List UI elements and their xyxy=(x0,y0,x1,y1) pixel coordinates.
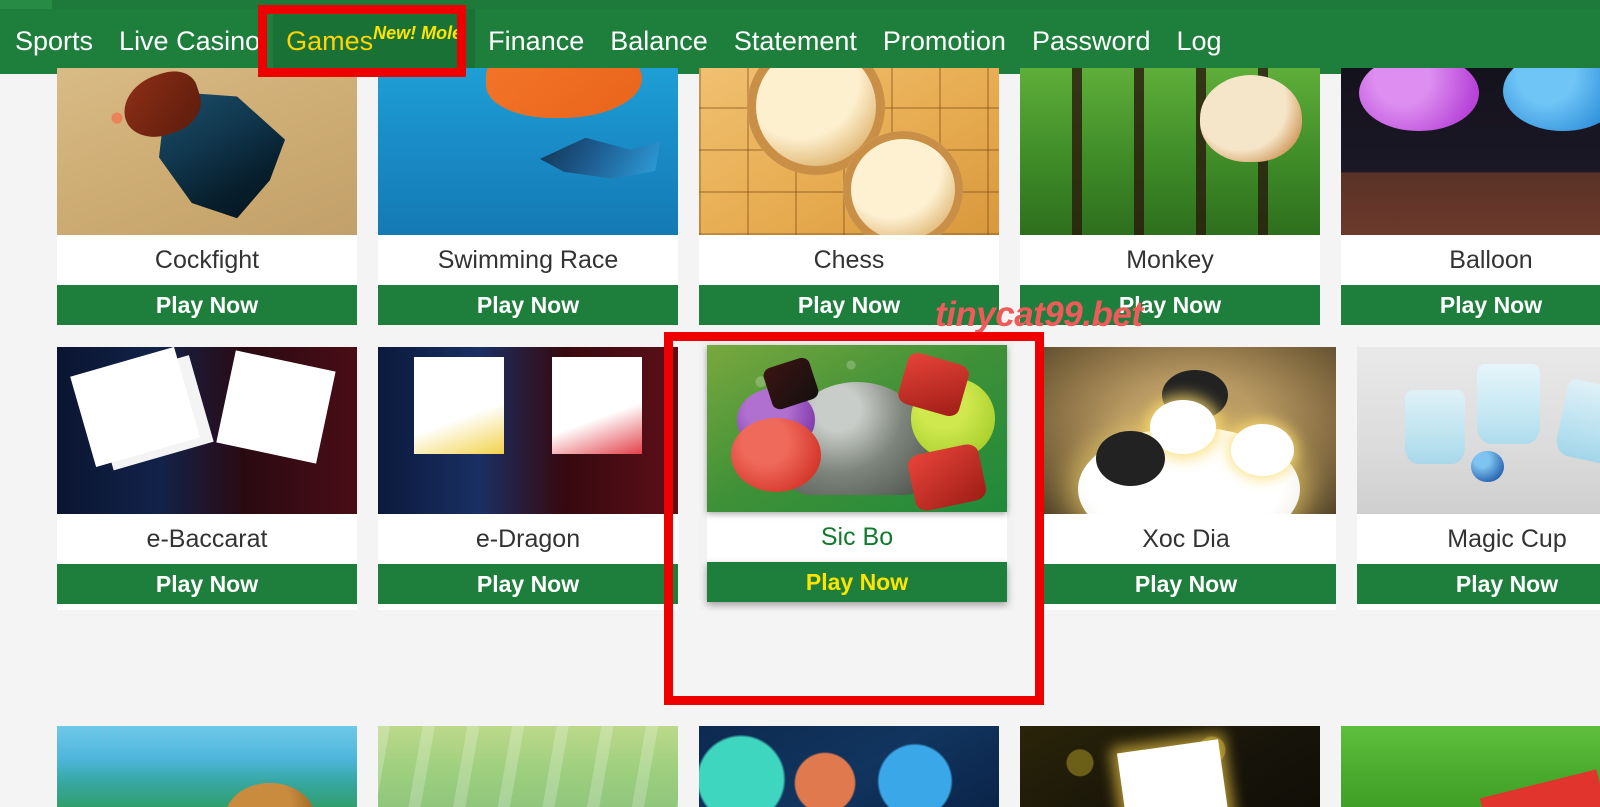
nav-badge-new-mole: New! Mole xyxy=(373,23,463,43)
game-card-monkey[interactable]: Monkey Play Now xyxy=(1020,68,1320,325)
nav-label-games: Games xyxy=(286,26,374,56)
magic-cup-ball xyxy=(1471,450,1504,483)
game-grid: Cockfight Play Now Swimming Race Play No… xyxy=(0,68,1600,807)
game-card-swimming-race[interactable]: Swimming Race Play Now xyxy=(378,68,678,325)
sic-bo-art xyxy=(707,345,1007,512)
game-title-xoc-dia: Xoc Dia xyxy=(1036,514,1336,564)
nav-label-finance: Finance xyxy=(488,26,585,56)
cockfight-art xyxy=(57,68,357,235)
nav-item-games[interactable]: GamesNew! Mole xyxy=(273,9,476,74)
nav-label-balance: Balance xyxy=(610,26,708,56)
nav-item-password[interactable]: Password xyxy=(1019,9,1164,74)
game-thumbnail-row3-5[interactable] xyxy=(1341,726,1600,807)
game-title-e-dragon: e-Dragon xyxy=(378,514,678,564)
game-row-1: Cockfight Play Now Swimming Race Play No… xyxy=(0,68,1600,325)
xoc-dia-art xyxy=(1036,347,1336,514)
xoc-dia-white-coin-2 xyxy=(1231,423,1294,476)
play-now-button-e-baccarat[interactable]: Play Now xyxy=(57,564,357,604)
game-thumbnail-xoc-dia[interactable] xyxy=(1036,347,1336,514)
play-now-button-xoc-dia[interactable]: Play Now xyxy=(1036,564,1336,604)
game-card-row3-2[interactable] xyxy=(378,726,678,807)
chess-art xyxy=(699,68,999,235)
e-baccarat-art xyxy=(57,347,357,514)
nav-label-sports: Sports xyxy=(15,26,94,56)
xoc-dia-black-coin-2 xyxy=(1096,430,1165,486)
game-thumbnail-cockfight[interactable] xyxy=(57,68,357,235)
nav-item-balance[interactable]: Balance xyxy=(597,9,721,74)
nav-item-statement[interactable]: Statement xyxy=(721,9,870,74)
game-row-3 xyxy=(0,726,1600,807)
game-card-sic-bo[interactable]: Sic Bo Play Now xyxy=(699,337,1015,610)
play-now-button-balloon[interactable]: Play Now xyxy=(1341,285,1600,325)
top-strip-inner xyxy=(52,0,1600,9)
nav-label-statement: Statement xyxy=(733,26,857,56)
game-title-e-baccarat: e-Baccarat xyxy=(57,514,357,564)
game-title-balloon: Balloon xyxy=(1341,235,1600,285)
game-card-magic-cup[interactable]: Magic Cup Play Now xyxy=(1357,347,1600,610)
play-now-button-swimming-race[interactable]: Play Now xyxy=(378,285,678,325)
nav-label-promotion: Promotion xyxy=(882,26,1006,56)
game-thumbnail-row3-1[interactable] xyxy=(57,726,357,807)
play-now-button-monkey[interactable]: Play Now xyxy=(1020,285,1320,325)
play-now-button-magic-cup[interactable]: Play Now xyxy=(1357,564,1600,604)
magic-cup-jar-3 xyxy=(1553,377,1600,467)
game-card-e-baccarat[interactable]: e-Baccarat Play Now xyxy=(57,347,357,610)
game-title-magic-cup: Magic Cup xyxy=(1357,514,1600,564)
magic-cup-jar-2 xyxy=(1477,363,1540,444)
nav-item-live-casino[interactable]: Live Casino xyxy=(106,9,273,74)
game-card-row3-4[interactable] xyxy=(1020,726,1320,807)
red-dice-icon-2 xyxy=(905,441,989,512)
game-card-row3-3[interactable] xyxy=(699,726,999,807)
magic-cup-jar-1 xyxy=(1405,390,1465,464)
play-now-button-cockfight[interactable]: Play Now xyxy=(57,285,357,325)
game-thumbnail-e-dragon[interactable] xyxy=(378,347,678,514)
balloon-art xyxy=(1341,68,1600,235)
game-title-cockfight: Cockfight xyxy=(57,235,357,285)
game-card-cockfight[interactable]: Cockfight Play Now xyxy=(57,68,357,325)
top-strip xyxy=(0,0,1600,9)
row3-art-5 xyxy=(1341,726,1600,807)
game-thumbnail-row3-3[interactable] xyxy=(699,726,999,807)
row3-art-2 xyxy=(378,726,678,807)
nav-label-log: Log xyxy=(1176,26,1222,56)
main-navigation: Sports Live Casino GamesNew! Mole Financ… xyxy=(0,9,1600,74)
swimming-race-art xyxy=(378,68,678,235)
nav-item-sports[interactable]: Sports xyxy=(0,9,106,74)
page-root: Sports Live Casino GamesNew! Mole Financ… xyxy=(0,0,1600,807)
game-thumbnail-sic-bo[interactable] xyxy=(707,345,1007,512)
game-card-chess[interactable]: Chess Play Now xyxy=(699,68,999,325)
game-thumbnail-chess[interactable] xyxy=(699,68,999,235)
game-card-xoc-dia[interactable]: Xoc Dia Play Now xyxy=(1036,347,1336,610)
play-now-button-sic-bo[interactable]: Play Now xyxy=(707,562,1007,602)
e-dragon-art xyxy=(378,347,678,514)
game-row-2: e-Baccarat Play Now e-Dragon Play Now Si… xyxy=(0,337,1600,610)
nav-label-password: Password xyxy=(1031,26,1151,56)
game-title-chess: Chess xyxy=(699,235,999,285)
row3-art-3 xyxy=(699,726,999,807)
game-thumbnail-swimming-race[interactable] xyxy=(378,68,678,235)
row3-art-1 xyxy=(57,726,357,807)
game-thumbnail-row3-2[interactable] xyxy=(378,726,678,807)
nav-item-log[interactable]: Log xyxy=(1164,9,1235,74)
nav-label-live-casino: Live Casino xyxy=(119,26,261,56)
game-thumbnail-e-baccarat[interactable] xyxy=(57,347,357,514)
game-card-e-dragon[interactable]: e-Dragon Play Now xyxy=(378,347,678,610)
game-card-row3-5[interactable] xyxy=(1341,726,1600,807)
play-now-button-e-dragon[interactable]: Play Now xyxy=(378,564,678,604)
game-title-sic-bo: Sic Bo xyxy=(707,512,1007,562)
game-thumbnail-monkey[interactable] xyxy=(1020,68,1320,235)
game-title-swimming-race: Swimming Race xyxy=(378,235,678,285)
nav-item-finance[interactable]: Finance xyxy=(475,9,597,74)
game-thumbnail-balloon[interactable] xyxy=(1341,68,1600,235)
row3-art-4 xyxy=(1020,726,1320,807)
monkey-art xyxy=(1020,68,1320,235)
game-thumbnail-magic-cup[interactable] xyxy=(1357,347,1600,514)
play-now-button-chess[interactable]: Play Now xyxy=(699,285,999,325)
game-title-monkey: Monkey xyxy=(1020,235,1320,285)
nav-item-promotion[interactable]: Promotion xyxy=(870,9,1019,74)
magic-cup-art xyxy=(1357,347,1600,514)
game-card-balloon[interactable]: Balloon Play Now xyxy=(1341,68,1600,325)
game-card-row3-1[interactable] xyxy=(57,726,357,807)
game-thumbnail-row3-4[interactable] xyxy=(1020,726,1320,807)
